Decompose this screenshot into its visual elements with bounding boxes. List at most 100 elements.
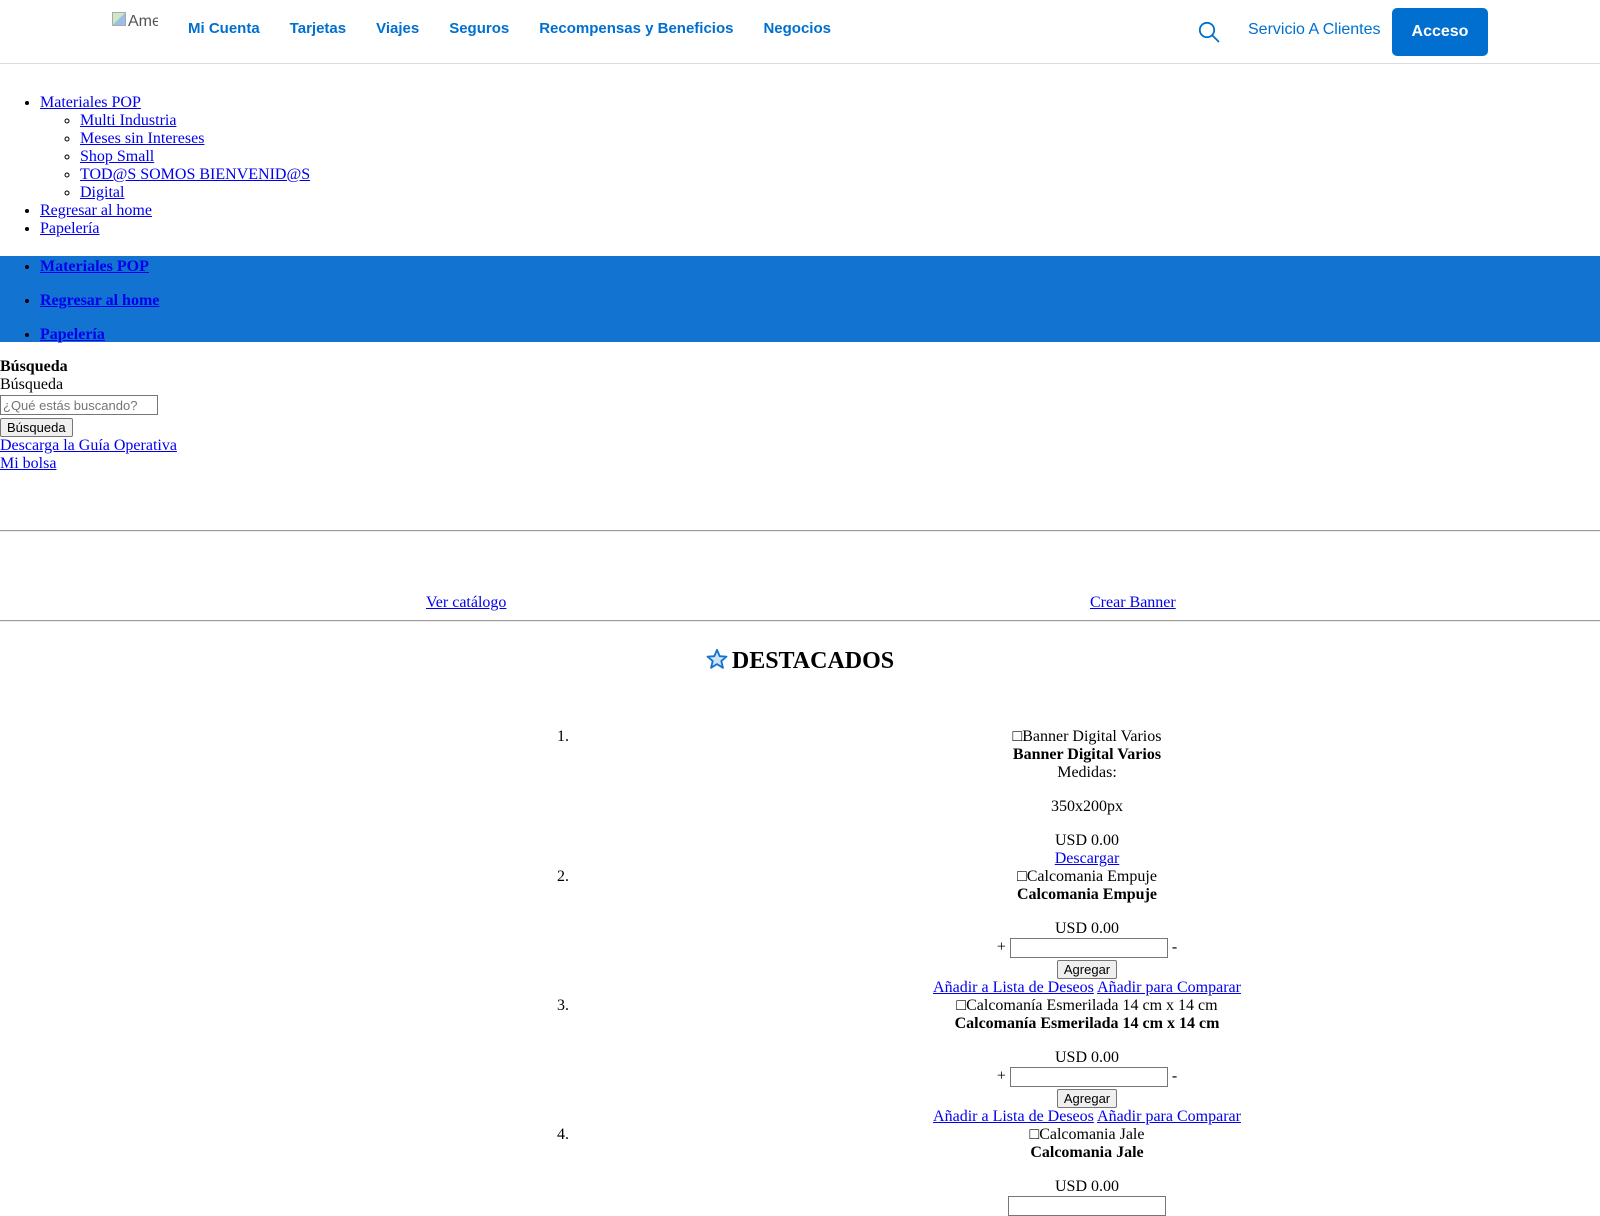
product-image-alt: Banner Digital Varios [1022, 728, 1162, 745]
pop-menu-item: Materiales POP Multi Industria Meses sin… [40, 94, 310, 202]
catalog-link[interactable]: Ver catálogo [426, 594, 506, 612]
link-multi-industria[interactable]: Multi Industria [80, 112, 176, 129]
search-label: Búsqueda [0, 376, 64, 393]
customer-service-link[interactable]: Servicio A Clientes [1248, 21, 1381, 39]
search-block: Búsqueda Búsqueda Búsqueda Descarga la G… [0, 358, 177, 473]
broken-image-icon: □ [1017, 868, 1027, 885]
top-header: American Express Mi Cuenta Tarjetas Viaj… [0, 0, 1600, 64]
blue-bar-list: Materiales POP Regresar al home Papelerí… [0, 256, 1600, 360]
logo-alt-text: American Express [128, 13, 158, 30]
product-number: 4. [557, 1126, 569, 1143]
product-price: USD 0.00 [1054, 920, 1119, 937]
divider [0, 620, 1600, 622]
nav-seguros[interactable]: Seguros [449, 20, 509, 37]
link-regresar-home[interactable]: Regresar al home [40, 202, 152, 219]
product-name: Calcomanía Esmerilada 14 cm x 14 cm [954, 1015, 1220, 1032]
pop-submenu-item: TOD@S SOMOS BIENVENID@S [80, 166, 310, 184]
quantity-input[interactable] [1008, 1196, 1166, 1216]
link-materiales-pop[interactable]: Materiales POP [40, 94, 141, 111]
product-image[interactable]: □Calcomania Empuje [487, 868, 1600, 886]
compare-link[interactable]: Añadir para Comparar [1097, 979, 1241, 996]
product-name: Banner Digital Varios [1012, 746, 1162, 763]
login-button[interactable]: Acceso [1392, 8, 1488, 56]
product-item: 1. □Banner Digital Varios Banner Digital… [0, 728, 1600, 868]
blue-category-bar: Materiales POP Regresar al home Papelerí… [0, 256, 1600, 343]
download-link[interactable]: Descargar [1055, 850, 1120, 867]
broken-image-icon: □ [1029, 1126, 1040, 1143]
product-price: USD 0.00 [1054, 1178, 1119, 1195]
search-input[interactable] [0, 395, 158, 415]
nav-recompensas[interactable]: Recompensas y Beneficios [539, 20, 733, 37]
pop-menu: Materiales POP Multi Industria Meses sin… [0, 94, 310, 238]
divider [0, 530, 1600, 532]
search-icon[interactable] [1198, 21, 1220, 43]
wishlist-link[interactable]: Añadir a Lista de Deseos [933, 1108, 1094, 1125]
product-item: 3. □Calcomanía Esmerilada 14 cm x 14 cm … [0, 997, 1600, 1126]
quantity-row: + - [487, 1067, 1600, 1087]
pop-submenu: Multi Industria Meses sin Intereses Shop… [40, 112, 310, 202]
guide-download-link[interactable]: Descarga la Guía Operativa [0, 437, 177, 454]
quantity-input[interactable] [1009, 1067, 1168, 1087]
product-list: 1. □Banner Digital Varios Banner Digital… [0, 728, 1600, 1216]
amex-logo[interactable]: American Express [112, 10, 158, 66]
blue-bar-item: Regresar al home [40, 292, 1600, 326]
product-number: 3. [557, 997, 569, 1014]
blue-bar-item: Materiales POP [40, 258, 1600, 292]
compare-link[interactable]: Añadir para Comparar [1097, 1108, 1241, 1125]
star-icon [706, 648, 728, 669]
product-image-alt: Calcomania Jale [1039, 1126, 1145, 1143]
pop-submenu-item: Shop Small [80, 148, 310, 166]
product-image[interactable]: □Calcomania Jale [487, 1126, 1600, 1144]
pop-submenu-item: Multi Industria [80, 112, 310, 130]
qty-minus-button[interactable]: - [1172, 1068, 1177, 1085]
nav-viajes[interactable]: Viajes [376, 20, 419, 37]
product-body: □Calcomania Jale Calcomania Jale USD 0.0… [487, 1126, 1600, 1216]
product-image-alt: Calcomanía Esmerilada 14 cm x 14 cm [966, 997, 1218, 1014]
link-meses-sin-intereses[interactable]: Meses sin Intereses [80, 130, 204, 147]
broken-image-icon: □ [956, 997, 967, 1014]
product-number: 1. [557, 728, 569, 745]
nav-negocios[interactable]: Negocios [763, 20, 831, 37]
product-item: 4. □Calcomania Jale Calcomania Jale USD … [0, 1126, 1600, 1216]
product-name: Calcomania Jale [1030, 1144, 1144, 1161]
qty-plus-button[interactable]: + [997, 1068, 1006, 1085]
product-item: 2. □Calcomania Empuje Calcomania Empuje … [0, 868, 1600, 997]
link-shop-small[interactable]: Shop Small [80, 148, 154, 165]
product-price: USD 0.00 [1054, 832, 1119, 849]
product-name: Calcomania Empuje [1017, 886, 1157, 903]
bar-link-regresar-home[interactable]: Regresar al home [40, 292, 159, 309]
product-measures: 350x200px [1051, 798, 1123, 815]
my-bag-link[interactable]: Mi bolsa [0, 455, 56, 472]
nav-mi-cuenta[interactable]: Mi Cuenta [188, 20, 260, 37]
featured-heading: DESTACADOS [0, 648, 1600, 675]
search-button[interactable]: Búsqueda [0, 418, 73, 437]
pop-menu-item: Papelería [40, 220, 310, 238]
pop-submenu-item: Meses sin Intereses [80, 130, 310, 148]
bar-link-papeleria[interactable]: Papelería [40, 326, 105, 343]
link-papeleria[interactable]: Papelería [40, 220, 100, 237]
broken-image-icon [112, 12, 126, 26]
product-body: □Banner Digital Varios Banner Digital Va… [487, 728, 1600, 868]
quantity-input[interactable] [1009, 938, 1168, 958]
product-price: USD 0.00 [1054, 1049, 1119, 1066]
blue-bar-item: Papelería [40, 326, 1600, 360]
nav-tarjetas[interactable]: Tarjetas [290, 20, 346, 37]
main-nav: Mi Cuenta Tarjetas Viajes Seguros Recomp… [173, 20, 846, 37]
link-todos-bienvenidos[interactable]: TOD@S SOMOS BIENVENID@S [80, 166, 310, 183]
bar-link-materiales-pop[interactable]: Materiales POP [40, 258, 149, 275]
product-measures-label: Medidas: [1057, 764, 1117, 781]
product-image[interactable]: □Calcomanía Esmerilada 14 cm x 14 cm [487, 997, 1600, 1015]
qty-plus-button[interactable]: + [997, 939, 1006, 956]
qty-minus-button[interactable]: - [1172, 939, 1177, 956]
search-heading: Búsqueda [0, 358, 68, 375]
add-to-cart-button[interactable]: Agregar [1056, 960, 1118, 979]
wishlist-link[interactable]: Añadir a Lista de Deseos [933, 979, 1094, 996]
link-digital[interactable]: Digital [80, 184, 124, 201]
create-banner-link[interactable]: Crear Banner [1090, 594, 1176, 612]
product-image[interactable]: □Banner Digital Varios [487, 728, 1600, 746]
pop-submenu-item: Digital [80, 184, 310, 202]
add-to-cart-button[interactable]: Agregar [1056, 1089, 1118, 1108]
